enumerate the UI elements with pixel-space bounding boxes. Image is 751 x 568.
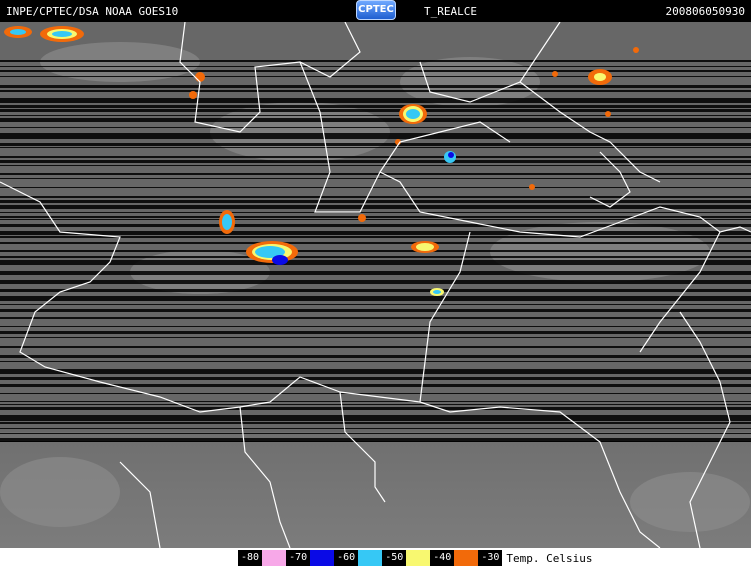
- scan-line: [0, 407, 751, 410]
- scan-line: [0, 156, 751, 158]
- satellite-map: [0, 22, 751, 548]
- legend-label: -50: [382, 550, 407, 566]
- scan-line: [0, 263, 751, 265]
- scan-line: [0, 361, 751, 362]
- scan-line: [0, 143, 751, 146]
- scan-line: [0, 331, 751, 334]
- legend-label: -60: [334, 550, 359, 566]
- header-bar: INPE/CPTEC/DSA NOAA GOES10 CPTEC T_REALC…: [0, 0, 751, 22]
- storm-cell: [430, 288, 444, 296]
- scan-line: [0, 178, 751, 179]
- scan-line: [0, 133, 751, 137]
- scan-line: [0, 250, 751, 252]
- scan-line: [0, 200, 751, 203]
- scan-line: [0, 304, 751, 305]
- scan-line: [0, 441, 751, 442]
- scan-line: [0, 309, 751, 312]
- scan-line: [0, 105, 751, 108]
- scan-line: [0, 415, 751, 419]
- scan-line: [0, 404, 751, 405]
- scan-line: [0, 118, 751, 122]
- legend-label: -30: [478, 550, 503, 566]
- scan-line: [0, 346, 751, 348]
- legend-swatch: [406, 550, 431, 566]
- scan-line: [0, 196, 751, 198]
- scan-line: [0, 212, 751, 213]
- scan-line: [0, 326, 751, 327]
- storm-cell: [588, 69, 612, 85]
- scan-line: [0, 317, 751, 319]
- scan-line: [0, 76, 751, 77]
- scan-line: [0, 428, 751, 429]
- scan-line: [0, 60, 751, 62]
- scan-line: [0, 422, 751, 424]
- scan-line: [0, 173, 751, 175]
- scan-line: [0, 337, 751, 338]
- scan-line: [0, 224, 751, 227]
- scan-line: [0, 369, 751, 373]
- scan-line: [0, 242, 751, 244]
- scan-line: [0, 231, 751, 235]
- cptec-logo: CPTEC: [356, 0, 396, 20]
- scan-line: [0, 205, 751, 209]
- scan-line: [0, 433, 751, 434]
- legend-swatch: [454, 550, 479, 566]
- satellite-imagery: [0, 22, 751, 548]
- scan-line: [0, 299, 751, 301]
- storm-cell: [219, 210, 235, 234]
- scan-line: [0, 85, 751, 88]
- scan-line: [0, 109, 751, 112]
- scan-line: [0, 187, 751, 188]
- legend-bar: -80 -70 -60 -50 -40 -30 Temp. Celsius: [0, 548, 751, 568]
- scan-line: [0, 373, 751, 374]
- legend-unit-label: Temp. Celsius: [506, 551, 593, 565]
- scan-line: [0, 147, 751, 148]
- timestamp-label: 200806050930: [665, 5, 745, 18]
- temperature-legend: -80 -70 -60 -50 -40 -30 Temp. Celsius: [238, 550, 592, 566]
- source-label: INPE/CPTEC/DSA NOAA GOES10: [6, 5, 179, 18]
- legend-swatch: [262, 550, 287, 566]
- storm-cell: [411, 241, 439, 253]
- storm-cell: [399, 104, 427, 124]
- storm-cell: [444, 151, 456, 163]
- scan-line: [0, 260, 751, 263]
- legend-label: -70: [286, 550, 311, 566]
- scan-line: [0, 377, 751, 380]
- scan-line: [0, 271, 751, 275]
- scan-line: [0, 165, 751, 166]
- scan-line: [0, 66, 751, 67]
- scan-line: [0, 98, 751, 101]
- scan-line: [0, 419, 751, 421]
- scan-line: [0, 127, 751, 128]
- scan-line: [0, 393, 751, 394]
- scan-line: [0, 70, 751, 72]
- scan-line: [0, 280, 751, 284]
- scan-line: [0, 216, 751, 218]
- scan-line: [0, 219, 751, 220]
- product-label: T_REALCE: [424, 5, 477, 18]
- legend-swatch: [310, 550, 335, 566]
- scan-line: [0, 90, 751, 92]
- scan-line: [0, 101, 751, 103]
- scan-line: [0, 160, 751, 163]
- satellite-image-frame: INPE/CPTEC/DSA NOAA GOES10 CPTEC T_REALC…: [0, 0, 751, 568]
- scan-line: [0, 401, 751, 402]
- legend-label: -80: [238, 550, 263, 566]
- scan-line: [0, 355, 751, 358]
- scan-line: [0, 137, 751, 139]
- scan-line: [0, 296, 751, 299]
- legend-label: -40: [430, 550, 455, 566]
- legend-swatch: [358, 550, 383, 566]
- scan-line: [0, 289, 751, 292]
- scan-line: [0, 115, 751, 116]
